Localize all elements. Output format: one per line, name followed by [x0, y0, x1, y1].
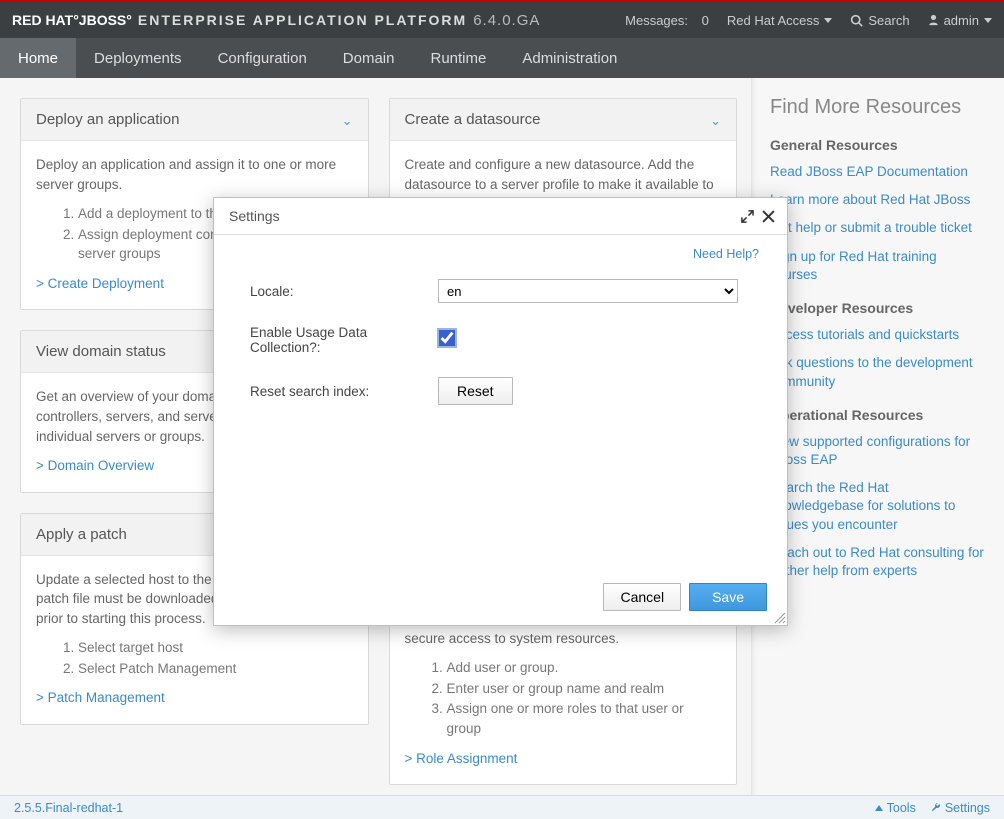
save-button[interactable]: Save — [689, 583, 767, 611]
resize-handle[interactable] — [772, 610, 786, 624]
reset-label: Reset search index: — [250, 384, 438, 399]
usage-checkbox[interactable] — [438, 329, 456, 347]
locale-select[interactable]: en — [438, 279, 738, 303]
usage-label: Enable Usage Data Collection?: — [250, 325, 438, 355]
settings-dialog: Settings Need Help? Locale: en Enable Us… — [213, 197, 788, 626]
maximize-icon[interactable] — [741, 210, 754, 223]
cancel-button[interactable]: Cancel — [603, 583, 681, 611]
close-icon[interactable] — [762, 210, 775, 223]
reset-button[interactable]: Reset — [438, 377, 513, 405]
locale-label: Locale: — [250, 284, 438, 299]
modal-title: Settings — [229, 208, 280, 224]
need-help-link[interactable]: Need Help? — [693, 247, 759, 261]
